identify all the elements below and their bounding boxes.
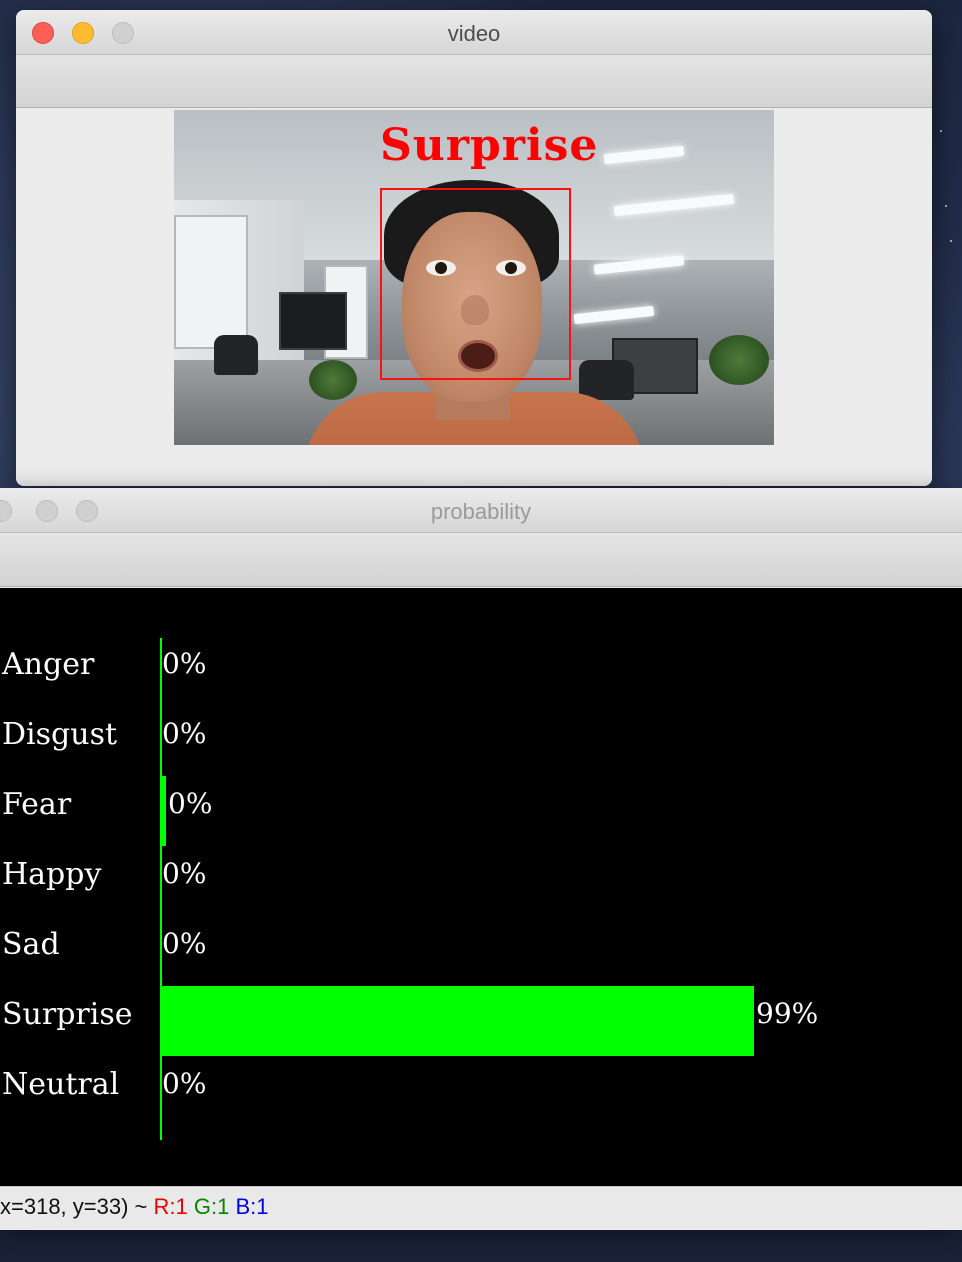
- emotion-label: Fear: [2, 787, 72, 822]
- probability-value: 0%: [162, 1067, 207, 1100]
- probability-canvas[interactable]: Anger 0% Disgust 0% Fear 0% Happy 0% Sad 0% Surpri…: [0, 588, 962, 1186]
- probability-value: 0%: [162, 647, 207, 680]
- probability-row-sad: Sad 0%: [0, 916, 962, 986]
- window-title: video: [447, 21, 501, 46]
- wall-tv: [279, 292, 347, 350]
- probability-value: 0%: [162, 717, 207, 750]
- probability-bar: [160, 986, 754, 1056]
- probability-content: Anger 0% Disgust 0% Fear 0% Happy 0% Sad 0% Surpri…: [0, 588, 962, 1230]
- office-chair: [214, 335, 258, 375]
- status-bar: x=318, y=33) ~ R:1 G:1 B:1: [0, 1186, 962, 1229]
- video-window: video Surprise: [16, 10, 932, 486]
- probability-row-disgust: Disgust 0%: [0, 706, 962, 776]
- window-title: probability: [430, 499, 532, 524]
- face-detection-box: [380, 188, 571, 380]
- office-window: [174, 215, 248, 349]
- probability-window: probability Anger 0% Disgust 0% Fear 0% Happy 0…: [0, 488, 962, 1230]
- office-plant: [309, 360, 357, 400]
- emotion-label: Disgust: [2, 717, 118, 752]
- probability-value: 99%: [756, 997, 819, 1030]
- probability-row-anger: Anger 0%: [0, 636, 962, 706]
- video-toolbar: [16, 55, 932, 108]
- office-plant: [709, 335, 769, 385]
- emotion-label: Surprise: [2, 997, 133, 1032]
- status-green-value: G:1: [193, 1194, 230, 1219]
- status-red-value: R:1: [153, 1194, 188, 1219]
- status-coords: x=318, y=33) ~: [0, 1194, 148, 1219]
- probability-value: 0%: [162, 927, 207, 960]
- probability-row-neutral: Neutral 0%: [0, 1056, 962, 1126]
- desktop-star: [950, 240, 952, 242]
- ceiling-light: [573, 305, 655, 325]
- desktop-star: [940, 130, 942, 132]
- status-blue-value: B:1: [235, 1194, 269, 1219]
- video-content: Surprise: [16, 108, 932, 486]
- emotion-label: Happy: [2, 857, 102, 892]
- probability-toolbar: [0, 533, 962, 587]
- video-titlebar[interactable]: video: [16, 10, 932, 55]
- camera-frame[interactable]: Surprise: [174, 110, 774, 445]
- probability-row-fear: Fear 0%: [0, 776, 962, 846]
- probability-value: 0%: [168, 787, 213, 820]
- probability-row-surprise: Surprise 99%: [0, 986, 962, 1056]
- probability-titlebar[interactable]: probability: [0, 488, 962, 533]
- emotion-label: Sad: [2, 927, 60, 962]
- office-chair: [579, 360, 634, 400]
- detected-emotion-label: Surprise: [380, 120, 599, 171]
- emotion-label: Neutral: [2, 1067, 120, 1102]
- probability-row-happy: Happy 0%: [0, 846, 962, 916]
- probability-value: 0%: [162, 857, 207, 890]
- desktop-star: [945, 205, 947, 207]
- emotion-label: Anger: [2, 647, 95, 682]
- probability-bar: [160, 776, 166, 846]
